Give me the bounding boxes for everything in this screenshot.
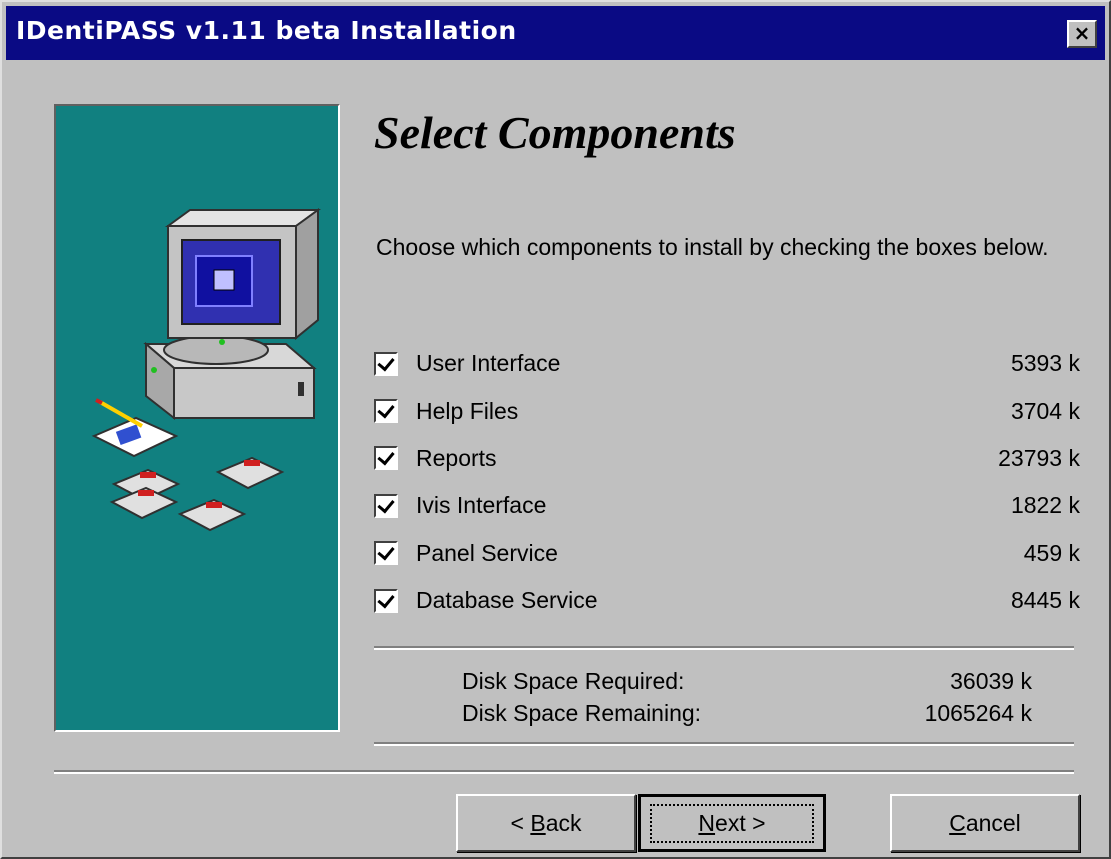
component-size: 8445 k xyxy=(1010,587,1080,614)
component-label: Database Service xyxy=(416,587,598,614)
setup-illustration-panel xyxy=(54,104,340,732)
disk-required-row: Disk Space Required: 36039 k xyxy=(462,668,1032,695)
component-size: 459 k xyxy=(1023,539,1080,566)
database-service-checkbox[interactable] xyxy=(374,588,398,613)
title-bar[interactable]: IDentiPASS v1.11 beta Installation × xyxy=(6,6,1105,60)
panel-service-checkbox[interactable] xyxy=(374,541,398,566)
help-files-checkbox[interactable] xyxy=(374,399,398,424)
window-title: IDentiPASS v1.11 beta Installation xyxy=(16,16,517,45)
next-button[interactable]: Next > xyxy=(638,794,826,852)
installer-window: IDentiPASS v1.11 beta Installation × Sel… xyxy=(0,0,1111,859)
disk-space-summary: Disk Space Required: 36039 k Disk Space … xyxy=(374,646,1074,744)
close-button[interactable]: × xyxy=(1067,20,1097,48)
component-row-help-files[interactable]: Help Files 3704 k xyxy=(374,387,1080,434)
back-button[interactable]: < Back xyxy=(456,794,636,852)
user-interface-checkbox[interactable] xyxy=(374,351,398,376)
reports-checkbox[interactable] xyxy=(374,446,398,471)
page-heading: Select Components xyxy=(374,107,736,158)
component-list: User Interface 5393 k Help Files 3704 k … xyxy=(374,340,1080,624)
next-button-label: Next > xyxy=(650,803,814,843)
component-size: 1822 k xyxy=(1010,492,1080,519)
component-row-ivis-interface[interactable]: Ivis Interface 1822 k xyxy=(374,482,1080,529)
disk-required-label: Disk Space Required: xyxy=(462,668,685,694)
component-label: Reports xyxy=(416,444,497,471)
component-row-user-interface[interactable]: User Interface 5393 k xyxy=(374,340,1080,387)
button-separator xyxy=(54,770,1074,774)
cancel-button[interactable]: Cancel xyxy=(890,794,1080,852)
ivis-interface-checkbox[interactable] xyxy=(374,493,398,518)
component-size: 23793 k xyxy=(998,444,1080,471)
disk-remaining-row: Disk Space Remaining: 1065264 k xyxy=(462,700,1032,727)
disk-required-value: 36039 k xyxy=(950,668,1032,694)
component-row-reports[interactable]: Reports 23793 k xyxy=(374,435,1080,482)
component-label: Help Files xyxy=(416,397,519,424)
cancel-button-label: Cancel xyxy=(949,809,1021,836)
instructions-text: Choose which components to install by ch… xyxy=(376,234,1049,260)
disk-remaining-value: 1065264 k xyxy=(924,700,1032,726)
component-size: 3704 k xyxy=(1010,397,1080,424)
component-row-database-service[interactable]: Database Service 8445 k xyxy=(374,577,1080,624)
component-label: User Interface xyxy=(416,350,561,377)
computer-illustration xyxy=(91,208,322,532)
component-label: Ivis Interface xyxy=(416,492,547,519)
disk-remaining-label: Disk Space Remaining: xyxy=(462,700,702,726)
close-icon: × xyxy=(1073,21,1091,45)
back-button-label: < Back xyxy=(510,809,582,836)
component-label: Panel Service xyxy=(416,539,558,566)
component-size: 5393 k xyxy=(1010,350,1080,377)
component-row-panel-service[interactable]: Panel Service 459 k xyxy=(374,530,1080,577)
